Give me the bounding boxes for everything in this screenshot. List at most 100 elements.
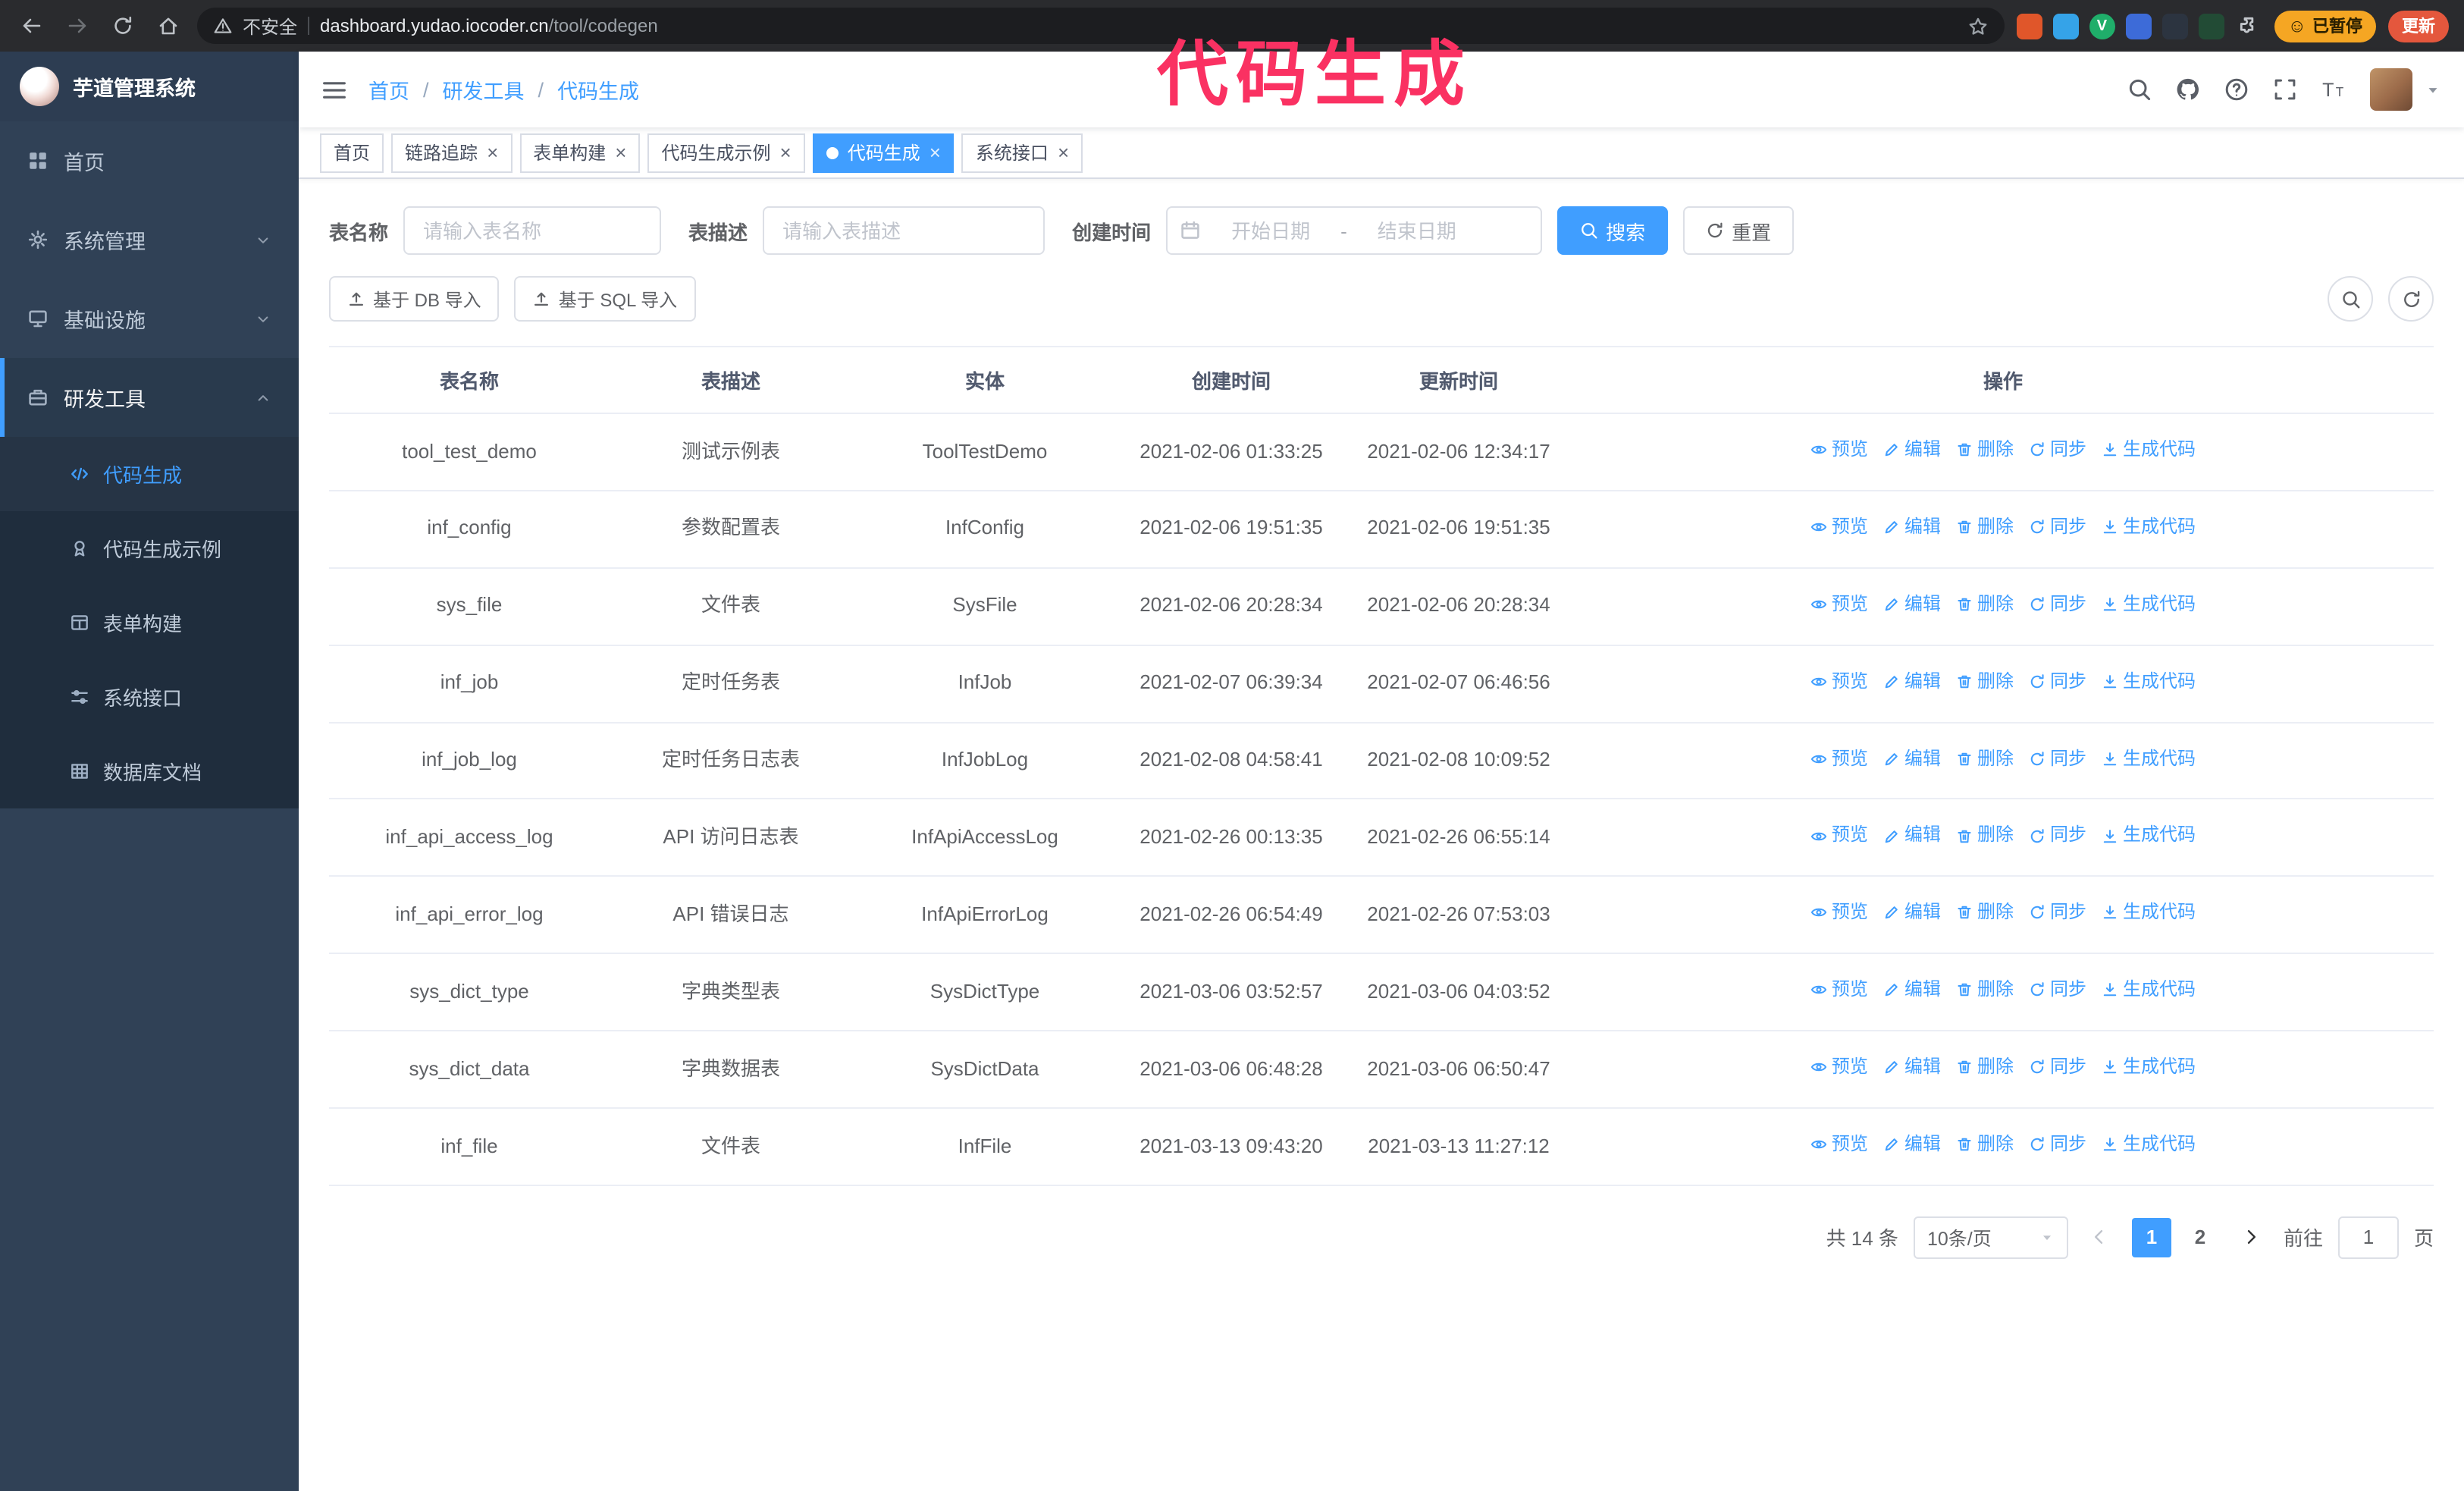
goto-page-input[interactable] — [2337, 1216, 2399, 1259]
action-edit-link[interactable]: 编辑 — [1883, 435, 1941, 464]
sidebar-item-system[interactable]: 系统管理 — [0, 200, 299, 279]
prev-page-button[interactable] — [2083, 1218, 2117, 1257]
action-sync-link[interactable]: 同步 — [2029, 1130, 2086, 1159]
tag-close-icon[interactable] — [1058, 143, 1069, 162]
next-page-button[interactable] — [2235, 1218, 2268, 1257]
action-edit-link[interactable]: 编辑 — [1883, 744, 1941, 773]
extensions-puzzle-icon[interactable] — [2236, 13, 2262, 39]
action-generate-link[interactable]: 生成代码 — [2102, 899, 2196, 928]
action-generate-link[interactable]: 生成代码 — [2102, 590, 2196, 619]
avatar-caret-icon[interactable] — [2425, 81, 2441, 98]
extension-blue-tool-icon[interactable] — [2052, 13, 2079, 39]
app-logo[interactable]: 芋道管理系统 — [0, 52, 299, 121]
action-delete-link[interactable]: 删除 — [1956, 1053, 2014, 1081]
tag-close-icon[interactable] — [487, 143, 498, 162]
browser-reload-icon[interactable] — [106, 9, 140, 42]
action-delete-link[interactable]: 删除 — [1956, 590, 2014, 619]
sidebar-subitem-codegen[interactable]: 代码生成 — [0, 437, 299, 511]
fullscreen-icon[interactable] — [2273, 77, 2297, 102]
sidebar-item-infra[interactable]: 基础设施 — [0, 279, 299, 358]
action-preview-link[interactable]: 预览 — [1810, 975, 1868, 1004]
extension-green-sprout-icon[interactable] — [2198, 13, 2224, 39]
github-icon[interactable] — [2176, 77, 2200, 102]
action-generate-link[interactable]: 生成代码 — [2102, 975, 2196, 1004]
import-sql-button[interactable]: 基于 SQL 导入 — [514, 276, 696, 322]
action-generate-link[interactable]: 生成代码 — [2102, 435, 2196, 464]
date-range-picker[interactable]: - — [1166, 206, 1543, 255]
action-sync-link[interactable]: 同步 — [2029, 667, 2086, 695]
tag-1[interactable]: 链路追踪 — [391, 133, 513, 172]
sidebar-subitem-api[interactable]: 系统接口 — [0, 660, 299, 734]
breadcrumb-item-2[interactable]: 代码生成 — [557, 74, 639, 105]
end-date-input[interactable] — [1350, 219, 1484, 242]
paused-badge[interactable]: ☺ 已暂停 — [2274, 10, 2376, 42]
action-delete-link[interactable]: 删除 — [1956, 744, 2014, 773]
action-delete-link[interactable]: 删除 — [1956, 667, 2014, 695]
action-sync-link[interactable]: 同步 — [2029, 435, 2086, 464]
page-button-1[interactable]: 1 — [2131, 1217, 2171, 1257]
action-sync-link[interactable]: 同步 — [2029, 821, 2086, 850]
sidebar-item-home[interactable]: 首页 — [0, 121, 299, 200]
reset-button[interactable]: 重置 — [1683, 206, 1795, 255]
action-preview-link[interactable]: 预览 — [1810, 1053, 1868, 1081]
action-edit-link[interactable]: 编辑 — [1883, 899, 1941, 928]
tag-close-icon[interactable] — [929, 143, 941, 162]
hamburger-icon[interactable] — [321, 77, 347, 102]
action-generate-link[interactable]: 生成代码 — [2102, 821, 2196, 850]
help-icon[interactable] — [2224, 77, 2249, 102]
action-sync-link[interactable]: 同步 — [2029, 590, 2086, 619]
sidebar-item-devtools[interactable]: 研发工具 — [0, 358, 299, 437]
browser-forward-icon[interactable] — [61, 9, 94, 42]
sidebar-subitem-codegen-example[interactable]: 代码生成示例 — [0, 511, 299, 585]
action-preview-link[interactable]: 预览 — [1810, 1130, 1868, 1159]
tag-close-icon[interactable] — [780, 143, 792, 162]
action-edit-link[interactable]: 编辑 — [1883, 1053, 1941, 1081]
action-edit-link[interactable]: 编辑 — [1883, 590, 1941, 619]
search-button[interactable]: 搜索 — [1557, 206, 1669, 255]
action-preview-link[interactable]: 预览 — [1810, 667, 1868, 695]
action-generate-link[interactable]: 生成代码 — [2102, 1130, 2196, 1159]
browser-home-icon[interactable] — [152, 9, 185, 42]
action-edit-link[interactable]: 编辑 — [1883, 1130, 1941, 1159]
action-sync-link[interactable]: 同步 — [2029, 513, 2086, 541]
action-generate-link[interactable]: 生成代码 — [2102, 744, 2196, 773]
refresh-table-button[interactable] — [2388, 276, 2434, 322]
tag-0[interactable]: 首页 — [320, 133, 384, 172]
tag-4[interactable]: 代码生成 — [812, 133, 955, 172]
font-size-icon[interactable]: TT — [2321, 77, 2346, 102]
import-db-button[interactable]: 基于 DB 导入 — [329, 276, 500, 322]
action-generate-link[interactable]: 生成代码 — [2102, 667, 2196, 695]
extension-orange-lion-icon[interactable] — [2016, 13, 2042, 39]
action-preview-link[interactable]: 预览 — [1810, 590, 1868, 619]
action-edit-link[interactable]: 编辑 — [1883, 821, 1941, 850]
breadcrumb-item-1[interactable]: 研发工具 — [443, 74, 525, 105]
action-preview-link[interactable]: 预览 — [1810, 899, 1868, 928]
tag-2[interactable]: 表单构建 — [519, 133, 641, 172]
action-sync-link[interactable]: 同步 — [2029, 744, 2086, 773]
extension-green-v-icon[interactable]: V — [2089, 13, 2115, 39]
extension-dark-chart-icon[interactable] — [2161, 13, 2188, 39]
action-generate-link[interactable]: 生成代码 — [2102, 513, 2196, 541]
breadcrumb-item-0[interactable]: 首页 — [368, 74, 409, 105]
page-button-2[interactable]: 2 — [2180, 1218, 2220, 1257]
action-edit-link[interactable]: 编辑 — [1883, 667, 1941, 695]
action-sync-link[interactable]: 同步 — [2029, 975, 2086, 1004]
page-size-select[interactable]: 10条/页 — [1913, 1216, 2068, 1259]
action-preview-link[interactable]: 预览 — [1810, 821, 1868, 850]
header-search-icon[interactable] — [2127, 77, 2152, 102]
bookmark-star-icon[interactable] — [1967, 16, 1987, 36]
tag-5[interactable]: 系统接口 — [961, 133, 1083, 172]
action-sync-link[interactable]: 同步 — [2029, 1053, 2086, 1081]
action-delete-link[interactable]: 删除 — [1956, 513, 2014, 541]
sidebar-subitem-form-builder[interactable]: 表单构建 — [0, 585, 299, 660]
extension-blue-users-icon[interactable] — [2125, 13, 2152, 39]
table-name-input[interactable] — [403, 206, 662, 255]
action-preview-link[interactable]: 预览 — [1810, 513, 1868, 541]
table-desc-input[interactable] — [763, 206, 1045, 255]
sidebar-subitem-db-doc[interactable]: 数据库文档 — [0, 734, 299, 808]
action-delete-link[interactable]: 删除 — [1956, 435, 2014, 464]
tag-close-icon[interactable] — [615, 143, 626, 162]
action-generate-link[interactable]: 生成代码 — [2102, 1053, 2196, 1081]
address-bar[interactable]: 不安全 dashboard.yudao.iocoder.cn/tool/code… — [197, 8, 2005, 44]
action-delete-link[interactable]: 删除 — [1956, 899, 2014, 928]
